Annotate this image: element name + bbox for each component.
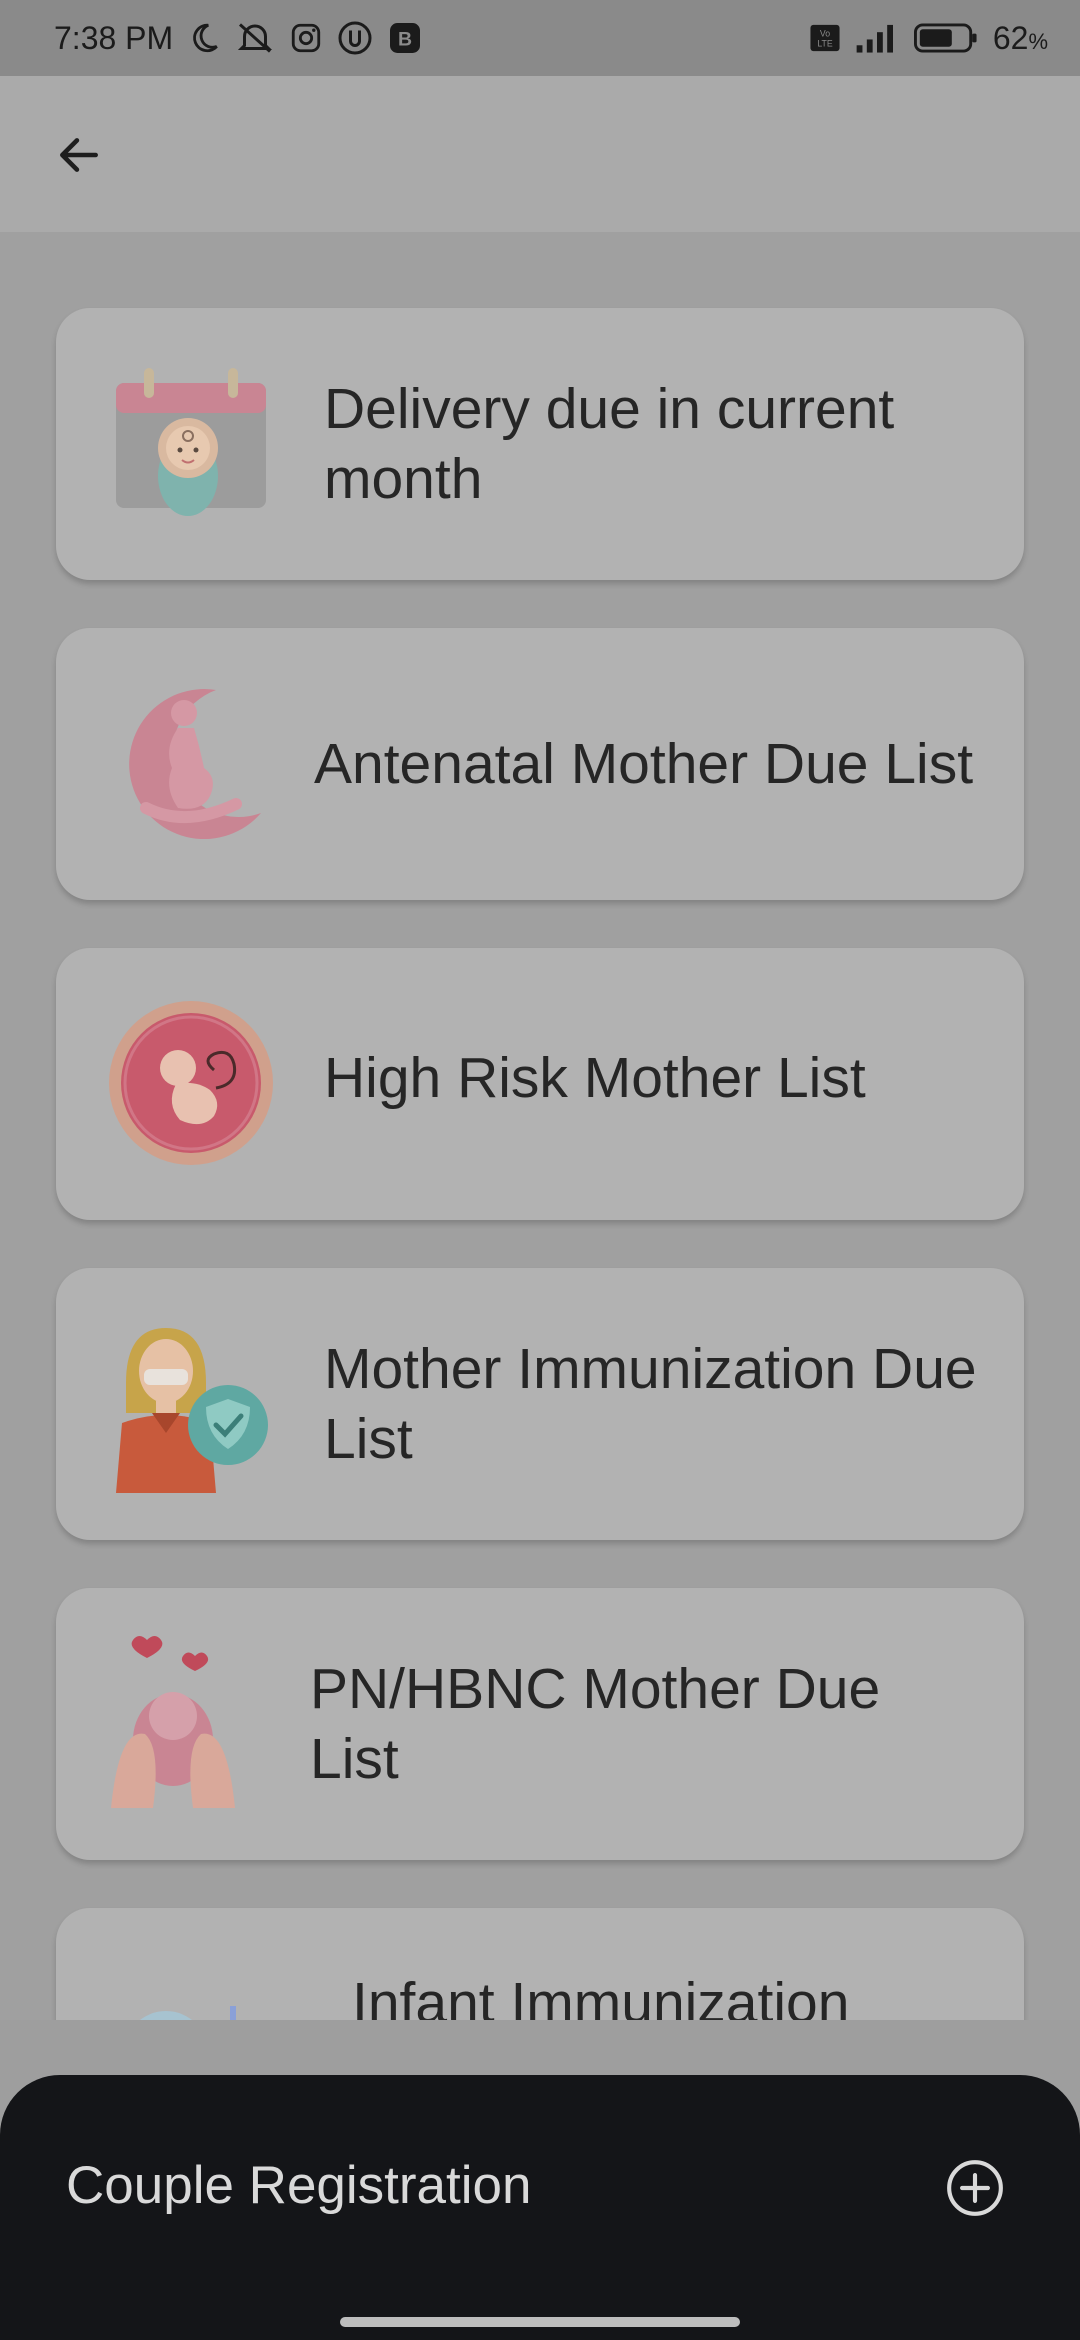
status-bar-right: Vo LTE 62% <box>809 20 1048 57</box>
status-bar: 7:38 PM B Vo LTE 62% <box>0 0 1080 76</box>
battery-percent: 62% <box>992 19 1048 56</box>
list-item-label: PN/HBNC Mother Due List <box>310 1657 881 1791</box>
signal-icon <box>855 22 899 54</box>
mother-shield-icon <box>106 1308 276 1498</box>
infant-vaccine-icon <box>106 1958 276 2020</box>
moon-icon <box>187 21 221 55</box>
bottom-sheet: Couple Registration <box>0 2075 1080 2340</box>
add-couple-registration-button[interactable] <box>944 2157 1006 2219</box>
pregnant-mother-icon <box>96 668 266 858</box>
svg-text:Vo: Vo <box>820 29 830 39</box>
notifications-off-icon <box>235 20 275 56</box>
app-bar <box>0 76 1080 232</box>
battery-icon <box>913 22 979 54</box>
list-item-mother-immunization[interactable]: Mother Immunization Due List <box>56 1268 1024 1540</box>
couple-registration-title[interactable]: Couple Registration <box>66 2155 531 2216</box>
home-indicator[interactable] <box>340 2317 740 2327</box>
volte-icon: Vo LTE <box>809 23 841 53</box>
status-time: 7:38 PM <box>54 19 174 56</box>
list-item-label: Infant Immunization <box>352 1971 850 2020</box>
status-bar-left: 7:38 PM B <box>54 20 423 57</box>
list-item-infant-immunization[interactable]: Infant Immunization <box>56 1908 1024 2020</box>
list-item-label: High Risk Mother List <box>324 1046 866 1110</box>
due-list[interactable]: Delivery due in current month Antenatal … <box>0 232 1080 2020</box>
app-icon <box>337 20 373 56</box>
calendar-baby-icon <box>106 348 276 538</box>
list-item-pn-hbnc-mother[interactable]: PN/HBNC Mother Due List <box>56 1588 1024 1860</box>
svg-text:LTE: LTE <box>817 39 833 49</box>
fetus-icon <box>106 988 276 1178</box>
list-item-label: Delivery due in current month <box>324 377 895 511</box>
arrow-left-icon <box>60 138 98 172</box>
list-item-high-risk-mother[interactable]: High Risk Mother List <box>56 948 1024 1220</box>
list-item-delivery-due[interactable]: Delivery due in current month <box>56 308 1024 580</box>
list-item-label: Mother Immunization Due List <box>324 1337 977 1471</box>
instagram-icon <box>289 21 323 55</box>
plus-circle-icon <box>947 2160 1003 2216</box>
back-button[interactable] <box>44 120 114 190</box>
svg-text:B: B <box>398 29 412 51</box>
b-icon: B <box>387 20 423 56</box>
list-item-antenatal-mother[interactable]: Antenatal Mother Due List <box>56 628 1024 900</box>
hands-baby-icon <box>96 1628 266 1818</box>
list-item-label: Antenatal Mother Due List <box>314 732 974 796</box>
